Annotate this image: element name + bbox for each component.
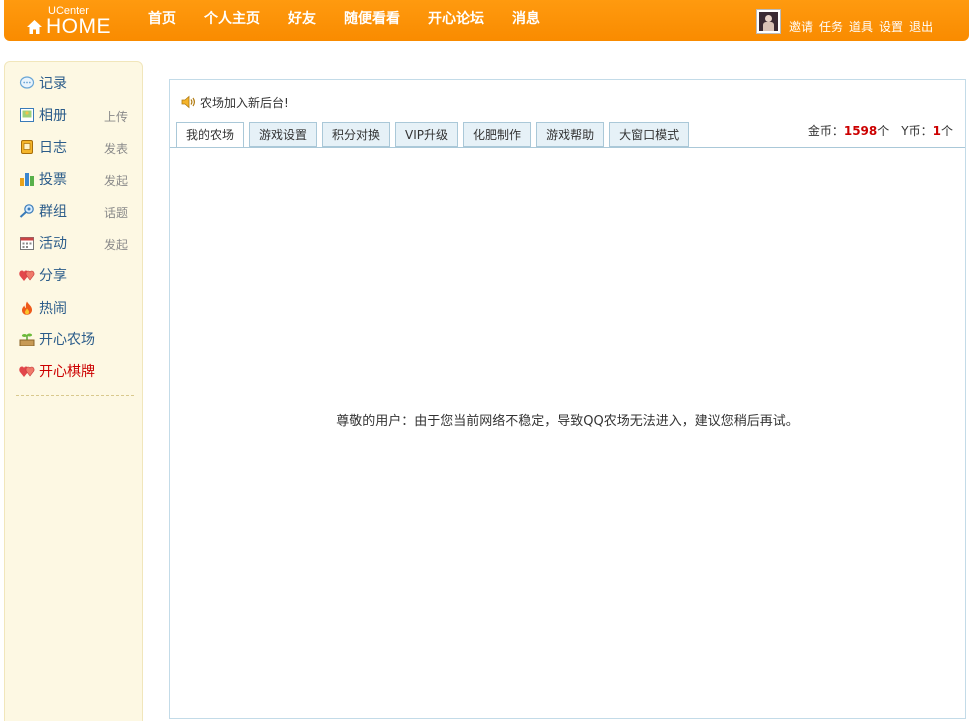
top-nav-bar: UCenter HOME 首页 个人主页 好友 随便看看 开心论坛 消息 邀请 …	[4, 0, 969, 41]
group-icon	[19, 204, 34, 218]
logout-link[interactable]: 退出	[909, 18, 933, 35]
tab-vip-upgrade[interactable]: VIP升级	[395, 122, 459, 147]
sidebar-item-album[interactable]: 相册 上传	[18, 104, 138, 126]
upload-action-link[interactable]: 上传	[104, 108, 128, 125]
house-icon	[27, 20, 42, 34]
tab-baseline	[170, 147, 965, 148]
diary-icon	[21, 140, 33, 154]
tab-game-settings[interactable]: 游戏设置	[249, 122, 318, 147]
tab-game-help[interactable]: 游戏帮助	[536, 122, 605, 147]
sidebar-item-poll[interactable]: 投票 发起	[18, 168, 138, 190]
sidebar-item-groups[interactable]: 群组 话题	[18, 200, 138, 222]
tab-large-window[interactable]: 大窗口模式	[609, 122, 690, 147]
user-avatar[interactable]	[756, 9, 781, 34]
y-coin-value: 1	[932, 124, 941, 138]
invite-link[interactable]: 邀请	[789, 18, 813, 35]
user-links: 邀请 任务 道具 设置 退出	[789, 18, 939, 35]
y-coin-label: Y币：	[901, 124, 933, 138]
currency-display: 金币：1598个 Y币：1个	[808, 122, 953, 139]
speech-bubble-icon	[19, 76, 35, 89]
sidebar-item-label: 日志	[39, 140, 67, 156]
tasks-link[interactable]: 任务	[819, 18, 843, 35]
farm-icon	[19, 333, 35, 346]
sidebar-item-label: 群组	[39, 204, 67, 220]
topic-action-link[interactable]: 话题	[104, 204, 128, 221]
hearts-icon	[19, 366, 35, 377]
network-error-message: 尊敬的用户：由于您当前网络不稳定，导致QQ农场无法进入，建议您稍后再试。	[336, 414, 799, 429]
sidebar-item-label: 开心农场	[39, 332, 95, 348]
sidebar-item-label: 相册	[39, 108, 67, 124]
sidebar-item-share[interactable]: 分享	[18, 264, 138, 286]
sidebar-item-label: 活动	[39, 236, 67, 252]
speaker-icon	[181, 95, 195, 109]
nav-forum[interactable]: 开心论坛	[428, 9, 484, 29]
nav-browse[interactable]: 随便看看	[344, 9, 400, 29]
logo-big-text: HOME	[46, 15, 111, 38]
y-coin-unit: 个	[940, 124, 953, 138]
nav-friends[interactable]: 好友	[288, 9, 316, 29]
sidebar-item-label: 记录	[39, 76, 67, 92]
hearts-icon	[19, 270, 35, 281]
flame-icon	[22, 301, 33, 315]
sidebar-item-happy-farm[interactable]: 开心农场	[18, 328, 138, 350]
bar-chart-icon	[20, 173, 34, 186]
sidebar-item-records[interactable]: 记录	[18, 72, 138, 94]
sidebar-item-events[interactable]: 活动 发起	[18, 232, 138, 254]
start-poll-link[interactable]: 发起	[104, 172, 128, 189]
settings-link[interactable]: 设置	[879, 18, 903, 35]
farm-tabs: 我的农场 游戏设置 积分对换 VIP升级 化肥制作 游戏帮助 大窗口模式	[176, 122, 694, 148]
sidebar-item-label: 投票	[39, 172, 67, 188]
sidebar-item-label: 分享	[39, 268, 67, 284]
sidebar-divider	[16, 395, 134, 396]
photo-album-icon	[20, 108, 34, 122]
gold-coin-unit: 个	[877, 124, 890, 138]
gold-coin-label: 金币：	[807, 124, 844, 138]
main-nav: 首页 个人主页 好友 随便看看 开心论坛 消息	[148, 9, 568, 29]
tab-fertilizer[interactable]: 化肥制作	[463, 122, 532, 147]
sidebar-item-diary[interactable]: 日志 发表	[18, 136, 138, 158]
nav-profile[interactable]: 个人主页	[204, 9, 260, 29]
tab-points-exchange[interactable]: 积分对换	[322, 122, 391, 147]
sidebar-item-happy-cards[interactable]: 开心棋牌	[18, 360, 138, 382]
sidebar: 记录 相册 上传 日志 发表 投票 发起 群组 话题 活动 发起 分享 热闹 开…	[4, 61, 143, 721]
sidebar-item-label: 开心棋牌	[39, 364, 95, 380]
notice-text: 农场加入新后台!	[200, 95, 289, 110]
nav-messages[interactable]: 消息	[512, 9, 540, 29]
props-link[interactable]: 道具	[849, 18, 873, 35]
nav-home[interactable]: 首页	[148, 9, 176, 29]
calendar-icon	[20, 237, 34, 250]
avatar-image	[759, 12, 778, 31]
farm-app-frame: 农场加入新后台! 我的农场 游戏设置 积分对换 VIP升级 化肥制作 游戏帮助 …	[169, 79, 966, 719]
notice-bar[interactable]: 农场加入新后台!	[181, 94, 289, 110]
sidebar-item-label: 热闹	[39, 301, 67, 317]
sidebar-item-trending[interactable]: 热闹	[18, 297, 138, 319]
post-action-link[interactable]: 发表	[104, 140, 128, 157]
gold-coin-value: 1598	[843, 124, 878, 138]
tab-my-farm[interactable]: 我的农场	[176, 122, 245, 148]
start-event-link[interactable]: 发起	[104, 236, 128, 253]
